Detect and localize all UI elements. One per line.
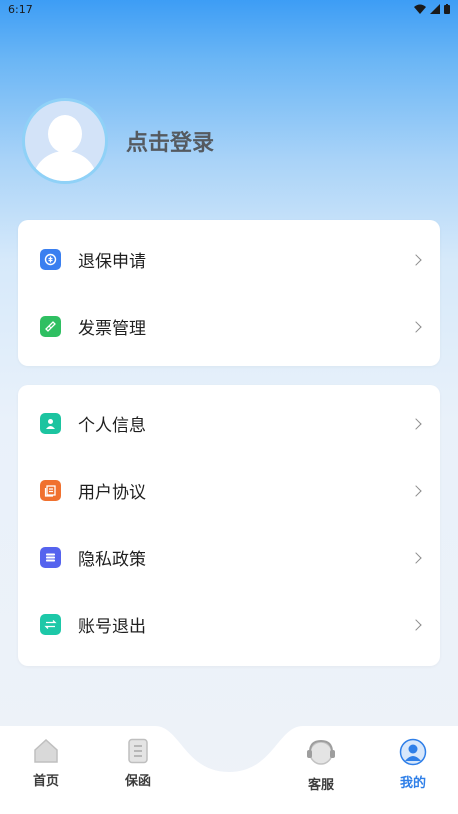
tab-guarantee[interactable]: 保函	[103, 738, 173, 789]
menu-item-label: 用户协议	[78, 483, 146, 503]
menu-item-label: 账号退出	[78, 617, 146, 637]
document-icon	[128, 738, 148, 764]
privacy-list-icon	[40, 547, 61, 568]
chevron-right-icon	[410, 320, 422, 333]
menu-item-label: 退保申请	[78, 252, 146, 272]
menu-item-personal-info[interactable]: 个人信息	[18, 390, 440, 457]
agreement-icon	[40, 480, 61, 501]
tab-label: 我的	[399, 776, 426, 791]
wifi-icon	[414, 4, 426, 14]
tab-customer-service[interactable]: 客服	[286, 738, 356, 793]
battery-icon	[444, 4, 450, 14]
status-bar: 6:17	[0, 0, 458, 18]
account-menu-card: 个人信息 用户协议 隐私政策 账号退出	[18, 385, 440, 666]
status-icons	[414, 4, 450, 14]
headset-icon	[307, 739, 335, 765]
chevron-right-icon	[410, 618, 422, 631]
login-link[interactable]: 点击登录	[126, 125, 214, 157]
person-card-icon	[40, 413, 61, 434]
avatar[interactable]	[22, 98, 108, 184]
tab-label: 客服	[307, 778, 334, 793]
status-time: 6:17	[8, 2, 33, 16]
menu-item-label: 隐私政策	[78, 550, 146, 570]
tab-mine[interactable]: 我的	[378, 738, 448, 791]
bottom-tab-bar: 首页 保函 客服 我的	[0, 726, 458, 814]
tab-home[interactable]: 首页	[11, 738, 81, 789]
menu-item-privacy-policy[interactable]: 隐私政策	[18, 524, 440, 591]
refund-doc-icon	[40, 249, 61, 270]
chevron-right-icon	[410, 551, 422, 564]
tab-label: 首页	[32, 774, 59, 789]
chevron-right-icon	[410, 253, 422, 266]
signal-icon	[430, 4, 440, 14]
menu-item-label: 发票管理	[78, 319, 146, 339]
user-icon	[399, 738, 427, 766]
home-icon	[34, 738, 58, 763]
service-menu-card: 退保申请 发票管理	[18, 220, 440, 366]
chevron-right-icon	[410, 484, 422, 497]
exchange-arrows-icon	[40, 614, 61, 635]
menu-item-user-agreement[interactable]: 用户协议	[18, 457, 440, 524]
menu-item-logout[interactable]: 账号退出	[18, 591, 440, 658]
chevron-right-icon	[410, 417, 422, 430]
invoice-icon	[40, 316, 61, 337]
profile-header[interactable]: 点击登录	[22, 98, 214, 184]
menu-item-refund-apply[interactable]: 退保申请	[18, 226, 440, 293]
menu-item-label: 个人信息	[78, 416, 146, 436]
menu-item-invoice-manage[interactable]: 发票管理	[18, 293, 440, 360]
tab-label: 保函	[124, 774, 151, 789]
